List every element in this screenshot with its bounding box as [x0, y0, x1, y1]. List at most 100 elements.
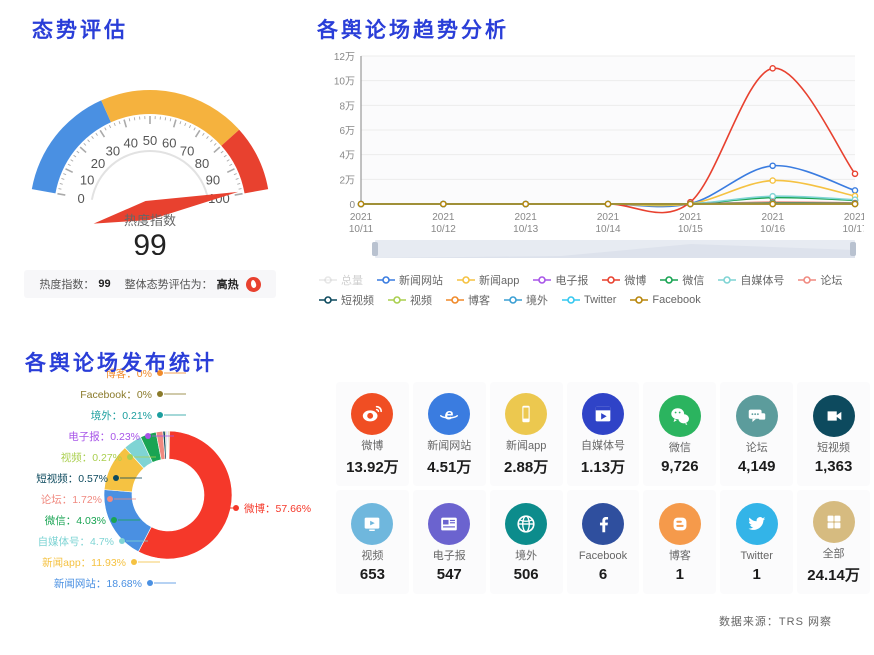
gauge-tick-label: 80	[195, 156, 209, 171]
status-badge: 热度指数： 99 整体态势评估为： 高热	[24, 270, 276, 298]
legend-label: 视频	[410, 295, 432, 307]
trend-legend[interactable]: 总量 新闻网站 新闻app 电子报 微博 微信 自媒体号 论坛短视频 视频 博客 境外 Twitter…	[319, 272, 864, 308]
situation-assessment-panel: 态势评估 0 10 20 30 40 50 60 70 80 90 100 热度指数 99 热度指数： …	[0, 0, 300, 320]
legend-label: Twitter	[584, 294, 617, 306]
media-card-icon	[581, 393, 624, 436]
legend-item-微信[interactable]: 微信	[660, 272, 704, 288]
assessment-value: 高热	[216, 279, 239, 291]
stat-card-Twitter[interactable]: Twitter 1	[720, 490, 794, 594]
x-axis-tick-label: 10/17	[842, 224, 864, 235]
stat-card-自媒体号[interactable]: 自媒体号 1.13万	[566, 382, 640, 486]
y-axis-tick-label: 4万	[339, 151, 355, 162]
legend-label: 新闻app	[479, 275, 520, 287]
gauge-tick-label: 70	[180, 144, 194, 159]
publish-donut-chart[interactable]: 博客：0% Facebook：0% 境外：0.21% 电子报：0.23% 视频：0.27…	[0, 353, 330, 593]
stat-card-value: 4.51万	[427, 458, 472, 476]
stat-card-论坛[interactable]: 论坛 4,149	[720, 382, 794, 486]
stat-card-label: Twitter	[740, 550, 773, 563]
video-icon	[365, 517, 380, 532]
stat-card-value: 1	[675, 565, 685, 583]
trend-line-chart[interactable]: 0 2万 4万 6万 8万 10万 12万 2021 10/11 2021 10/12 2021 10/…	[315, 48, 868, 263]
facebook-icon	[581, 503, 624, 546]
heat-index-label: 热度指数：	[39, 279, 95, 291]
stat-card-value: 24.14万	[807, 566, 860, 584]
stat-card-label: 自媒体号	[580, 440, 625, 453]
stat-card-label: 境外	[515, 550, 538, 563]
chart-datazoom-scrollbar[interactable]	[372, 240, 856, 258]
donut-label-text: 短视频：0.57%	[36, 472, 108, 485]
stat-card-微博[interactable]: 微博 13.92万	[336, 382, 409, 486]
stat-card-label: 短视频	[817, 442, 851, 455]
stat-card-value: 1.13万	[580, 458, 626, 476]
legend-label: 论坛	[820, 275, 843, 287]
legend-item-微博[interactable]: 微博	[602, 272, 646, 288]
stat-card-新闻app[interactable]: 新闻app 2.88万	[489, 382, 563, 486]
legend-item-电子报[interactable]: 电子报	[533, 272, 588, 288]
donut-label: 新闻网站：18.68%	[54, 577, 176, 590]
legend-item-论坛[interactable]: 论坛	[798, 272, 842, 288]
forum-icon	[748, 409, 765, 423]
gauge-center-label: 热度指数	[124, 213, 176, 228]
stat-card-境外[interactable]: 境外 506	[489, 490, 563, 594]
legend-item-Facebook[interactable]: Facebook	[630, 292, 701, 308]
legend-item-总量[interactable]: 总量	[319, 272, 363, 288]
twitter-icon	[735, 503, 778, 546]
donut-label-text: 视频：0.27%	[61, 451, 122, 464]
stat-card-value: 547	[436, 565, 462, 583]
legend-item-Twitter[interactable]: Twitter	[562, 292, 616, 308]
legend-label: 自媒体号	[740, 275, 785, 287]
stat-card-微信[interactable]: 微信 9,726	[643, 382, 717, 486]
video-icon	[351, 503, 394, 546]
stat-card-Facebook[interactable]: Facebook 6	[566, 490, 640, 594]
phone-app-icon	[505, 393, 548, 436]
legend-marker-icon	[660, 276, 679, 284]
heat-index-value: 99	[98, 278, 111, 290]
legend-item-新闻app[interactable]: 新闻app	[457, 272, 519, 288]
stat-card-label: 博客	[668, 550, 691, 563]
epaper-icon	[441, 517, 458, 531]
fire-icon	[245, 276, 261, 292]
legend-marker-icon	[319, 296, 337, 304]
stat-card-全部[interactable]: 全部 24.14万	[797, 490, 870, 594]
x-axis-tick-label: 2021	[844, 212, 864, 223]
stat-card-视频[interactable]: 视频 653	[336, 490, 409, 594]
donut-chart-svg: 博客：0%Facebook：0%境外：0.21%电子报：0.23%视频：0.27…	[36, 367, 311, 590]
epaper-icon	[428, 503, 471, 546]
stat-card-label: 电子报	[432, 550, 466, 563]
x-axis-tick-label: 2021	[432, 212, 455, 223]
donut-label: 境外：0.21%	[91, 409, 186, 422]
x-axis-tick-label: 2021	[350, 212, 373, 223]
blogger-icon	[658, 503, 701, 546]
gauge-svg: 010203040 50 60708090100热度指数99	[31, 90, 269, 262]
y-axis-tick-label: 0	[349, 200, 355, 211]
legend-label: 电子报	[555, 275, 589, 287]
legend-item-新闻网站[interactable]: 新闻网站	[377, 272, 443, 288]
legend-label: 境外	[526, 295, 548, 307]
legend-label: 新闻网站	[399, 275, 443, 287]
gauge-tick-label: 90	[206, 172, 220, 187]
legend-marker-icon	[798, 276, 817, 284]
stat-card-电子报[interactable]: 电子报 547	[412, 490, 486, 594]
stat-card-label: 全部	[822, 548, 845, 561]
gauge-tick-label: 50	[143, 133, 157, 148]
stat-card-label: 视频	[361, 550, 384, 563]
legend-marker-icon	[377, 276, 395, 284]
legend-item-博客[interactable]: 博客	[446, 292, 490, 308]
legend-item-境外[interactable]: 境外	[504, 292, 548, 308]
stat-card-value: 6	[598, 565, 608, 583]
legend-item-视频[interactable]: 视频	[388, 292, 432, 308]
svg-text:e: e	[445, 407, 454, 424]
shortvideo-icon	[812, 395, 855, 438]
stat-card-label: 微信	[668, 442, 691, 455]
stat-card-value: 13.92万	[346, 458, 399, 476]
publish-statistics-panel: 各舆论场发布统计 博客：0% Facebook：0% 境外：0.21% 电子报：0.2…	[0, 335, 330, 600]
globe-icon	[517, 515, 535, 534]
legend-item-自媒体号[interactable]: 自媒体号	[718, 272, 784, 288]
x-axis-tick-label: 10/14	[595, 224, 620, 235]
stat-card-新闻网站[interactable]: e 新闻网站 4.51万	[412, 382, 486, 486]
y-axis-tick-label: 12万	[334, 52, 355, 63]
legend-marker-icon	[457, 276, 475, 284]
legend-item-短视频[interactable]: 短视频	[319, 292, 374, 308]
stat-card-博客[interactable]: 博客 1	[643, 490, 717, 594]
stat-card-短视频[interactable]: 短视频 1,363	[797, 382, 870, 486]
